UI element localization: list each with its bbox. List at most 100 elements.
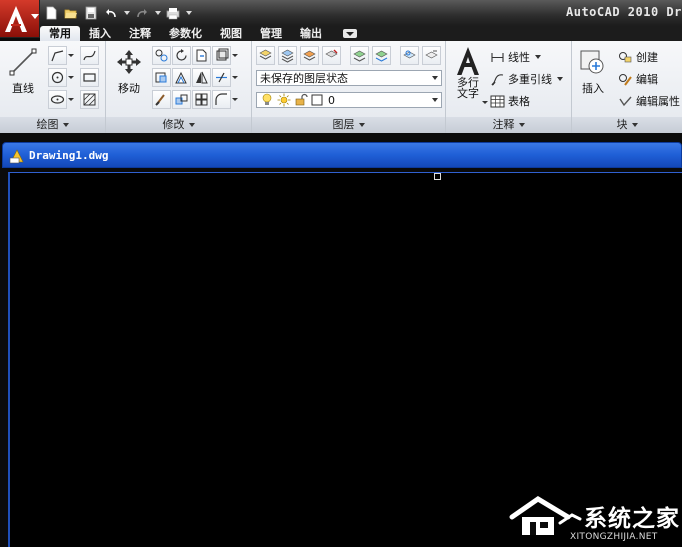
- scale-button[interactable]: [172, 68, 191, 87]
- create-label: 创建: [636, 51, 658, 64]
- annotation-panel-title[interactable]: 注释: [446, 117, 571, 133]
- new-icon[interactable]: [43, 5, 59, 21]
- drawing-title-bar[interactable]: Drawing1.dwg: [2, 142, 682, 168]
- layer-states-button[interactable]: [278, 46, 297, 65]
- table-button[interactable]: 表格: [490, 93, 530, 109]
- multiline-text-dropdown[interactable]: [482, 93, 488, 112]
- redo-dropdown[interactable]: [154, 5, 161, 21]
- crosshair-cursor-icon: [434, 173, 441, 180]
- polyline-button[interactable]: [48, 46, 67, 65]
- create-block-button[interactable]: 创建: [618, 49, 658, 65]
- table-icon: [490, 95, 505, 107]
- layer-freeze-button[interactable]: [400, 46, 419, 65]
- explode-button[interactable]: [152, 90, 171, 109]
- rotate-button[interactable]: [172, 46, 191, 65]
- layer-unisolate-button[interactable]: [322, 46, 341, 65]
- mirror-button[interactable]: [192, 68, 211, 87]
- paintbrush-icon: [155, 94, 165, 106]
- layer-state-select[interactable]: 未保存的图层状态: [256, 70, 442, 86]
- multileader-button[interactable]: 多重引线: [490, 71, 563, 87]
- layer-select[interactable]: 0: [256, 92, 442, 108]
- drawing-canvas[interactable]: [8, 172, 682, 547]
- tab-view[interactable]: 视图: [211, 26, 251, 41]
- rectangle-button[interactable]: [80, 68, 99, 87]
- block-panel: 插入 创建 编辑 编辑属性 块: [572, 41, 682, 133]
- dwg-file-icon: [9, 149, 24, 164]
- text-a-icon: [457, 47, 479, 75]
- tab-parametric[interactable]: 参数化: [160, 26, 211, 41]
- autocad-window: AutoCAD 2010 Dr 常用 插入 注释 参数化 视图 管理 输出 直线…: [0, 0, 682, 547]
- insert-block-icon: [580, 50, 604, 74]
- quick-access-customize-dropdown[interactable]: [185, 5, 192, 21]
- layer-isolate-button[interactable]: [300, 46, 319, 65]
- hatch-button[interactable]: [80, 90, 99, 109]
- fillet-button[interactable]: [212, 68, 231, 87]
- edit-attributes-button[interactable]: 编辑属性: [618, 93, 680, 109]
- unlock-icon: [295, 93, 308, 106]
- ellipse-icon: [50, 95, 65, 104]
- ribbon-tab-bar: 常用 插入 注释 参数化 视图 管理 输出: [40, 26, 682, 41]
- layer-off-button[interactable]: [422, 46, 441, 65]
- chevron-down-icon: [432, 76, 438, 80]
- ellipse-button[interactable]: [48, 90, 67, 109]
- insert-label: 插入: [582, 82, 604, 95]
- tab-insert[interactable]: 插入: [80, 26, 120, 41]
- layer-isolate-icon: [303, 50, 316, 61]
- layer-color-swatch-icon: [311, 94, 323, 106]
- offset-dropdown[interactable]: [232, 90, 238, 109]
- fillet-dropdown[interactable]: [232, 68, 238, 87]
- array-button[interactable]: [172, 90, 191, 109]
- quick-access-toolbar: [43, 2, 192, 23]
- layers-panel-title[interactable]: 图层: [252, 117, 445, 133]
- multiline-text-button[interactable]: 多行 文字: [452, 45, 484, 100]
- line-button[interactable]: 直线: [8, 47, 38, 96]
- layer-match-button[interactable]: [350, 46, 369, 65]
- rectangular-array-button[interactable]: [192, 90, 211, 109]
- edit-label: 编辑: [636, 73, 658, 86]
- circle-button[interactable]: [48, 68, 67, 87]
- edit-block-button[interactable]: 编辑: [618, 71, 658, 87]
- spline-button[interactable]: [80, 46, 99, 65]
- insert-block-button[interactable]: 插入: [578, 47, 608, 96]
- layer-previous-button[interactable]: [372, 46, 391, 65]
- tab-output[interactable]: 输出: [291, 26, 331, 41]
- tab-manage[interactable]: 管理: [251, 26, 291, 41]
- tab-annotate[interactable]: 注释: [120, 26, 160, 41]
- erase-button[interactable]: [212, 46, 231, 65]
- plot-icon[interactable]: [165, 5, 181, 21]
- watermark-url: XITONGZHIJIA.NET: [570, 532, 658, 542]
- ribbon: 直线 绘图 移动 修改 未保存的图层状态 0 图层 多行 文字 线性 多重引线 …: [0, 41, 682, 133]
- trim-button[interactable]: [192, 46, 211, 65]
- modify-panel-title[interactable]: 修改: [106, 117, 251, 133]
- open-icon[interactable]: [63, 5, 79, 21]
- modify-panel: 移动 修改: [106, 41, 252, 133]
- redo-icon[interactable]: [134, 5, 150, 21]
- stretch-button[interactable]: [152, 68, 171, 87]
- block-panel-title[interactable]: 块: [572, 117, 682, 133]
- ribbon-minimize-button[interactable]: [343, 29, 357, 38]
- undo-dropdown[interactable]: [123, 5, 130, 21]
- application-menu-button[interactable]: [0, 0, 40, 38]
- circle-dropdown[interactable]: [68, 68, 74, 87]
- offset-button[interactable]: [212, 90, 231, 109]
- layer-freeze-icon: [403, 50, 416, 59]
- polyline-icon: [51, 50, 64, 62]
- ellipse-dropdown[interactable]: [68, 90, 74, 109]
- edit-attributes-label: 编辑属性: [636, 95, 680, 108]
- tab-home[interactable]: 常用: [40, 26, 80, 41]
- trim-dropdown[interactable]: [232, 46, 238, 65]
- save-icon[interactable]: [83, 5, 99, 21]
- watermark: 系统之家 XITONGZHIJIA.NET: [508, 493, 682, 547]
- copy-button[interactable]: [152, 46, 171, 65]
- undo-icon[interactable]: [103, 5, 119, 21]
- move-button[interactable]: 移动: [114, 47, 144, 96]
- linear-dimension-button[interactable]: 线性: [490, 49, 541, 65]
- polyline-dropdown[interactable]: [68, 46, 74, 65]
- chevron-down-icon: [432, 98, 438, 102]
- draw-panel-title[interactable]: 绘图: [0, 117, 105, 133]
- drawing-window: Drawing1.dwg: [0, 142, 682, 547]
- rectangle-icon: [83, 73, 96, 82]
- circle-icon: [51, 71, 64, 84]
- layer-properties-button[interactable]: [256, 46, 275, 65]
- layer-off-icon: [425, 50, 438, 59]
